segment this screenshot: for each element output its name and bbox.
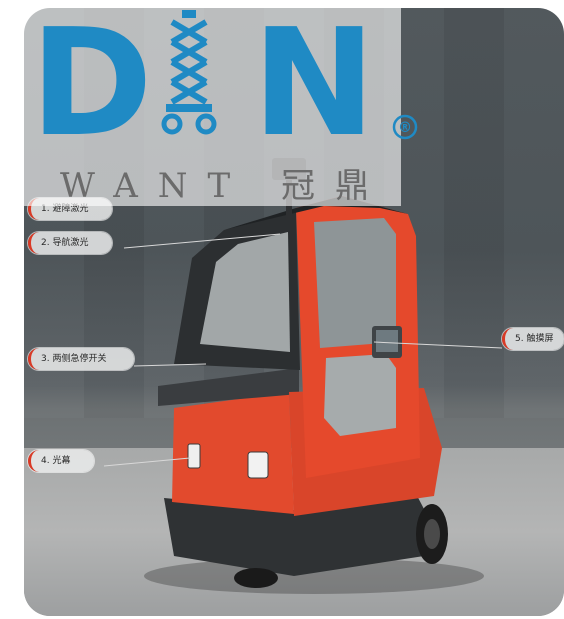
logo-letter-n: N xyxy=(252,0,376,169)
rear-wheel xyxy=(234,568,278,588)
logo-letter-d: D xyxy=(30,0,153,169)
callout-light-curtain: 4. 光幕 xyxy=(28,450,94,472)
svg-text:®: ® xyxy=(398,120,412,136)
logo-lift-icon xyxy=(161,10,217,135)
callout-touch-screen: 5. 触摸屏 xyxy=(502,328,564,350)
callout-emergency-stop: 3. 两侧急停开关 xyxy=(28,348,134,370)
door-lower-window xyxy=(324,354,396,436)
rear-lamp-left xyxy=(187,443,201,469)
rear-lamp-right xyxy=(247,451,269,479)
logo-subtitle: WANT 冠鼎 xyxy=(60,166,390,206)
registered-mark-icon: ® xyxy=(392,114,418,140)
callout-navigation-laser: 2. 导航激光 xyxy=(28,232,112,254)
brand-logo-watermark: D N ® WANT 冠鼎 xyxy=(24,0,418,206)
